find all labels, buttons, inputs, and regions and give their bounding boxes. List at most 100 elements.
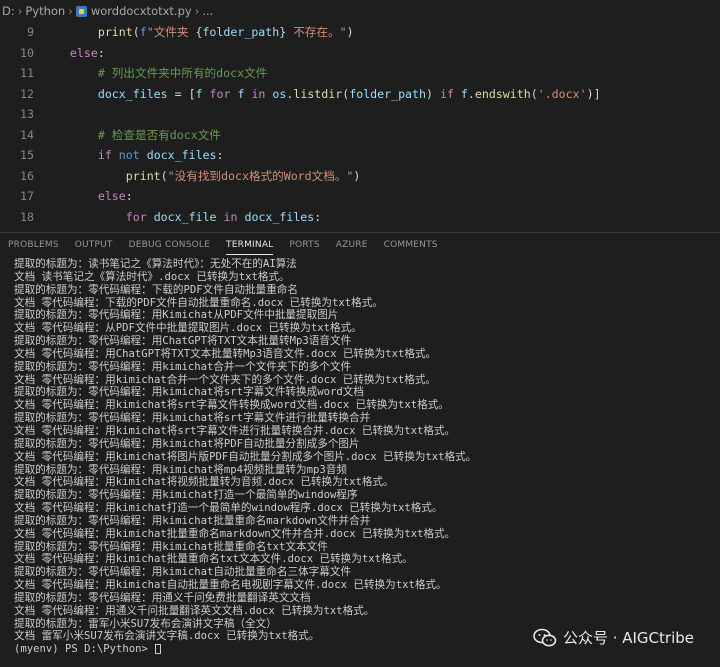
- python-file-icon: [75, 5, 87, 17]
- breadcrumb-folder[interactable]: Python: [25, 4, 65, 18]
- code-token: not: [118, 148, 140, 162]
- code-token: endswith: [474, 86, 531, 101]
- breadcrumb: D: › Python › worddocxtotxt.py › ...: [0, 0, 720, 22]
- code-line[interactable]: 18 for docx_file in docx_files:: [0, 207, 720, 228]
- breadcrumb-file[interactable]: worddocxtotxt.py: [91, 4, 192, 18]
- terminal-line: 文档 零代码编程：用kimichat批量重命名markdown文件并合并.doc…: [14, 527, 456, 540]
- code-text: else:: [42, 43, 105, 64]
- breadcrumb-drive[interactable]: D:: [2, 4, 15, 18]
- code-text: # 列出文件夹中所有的docx文件: [42, 63, 267, 84]
- line-number: 12: [20, 86, 34, 101]
- code-line[interactable]: 12 docx_files = [f for f in os.listdir(f…: [0, 84, 720, 105]
- terminal-line: 文档 零代码编程：用ChatGPT将TXT文本批量转Mp3语音文件.docx 已…: [14, 347, 437, 360]
- code-token: folder_path: [349, 86, 426, 101]
- code-token: for: [125, 209, 147, 224]
- code-editor[interactable]: 9 print(f"文件夹 {folder_path} 不存在。") 10 els…: [0, 22, 720, 230]
- code-token: (: [160, 168, 168, 183]
- code-text: if not docx_files:: [42, 145, 224, 166]
- tab-comments[interactable]: COMMENTS: [376, 233, 446, 257]
- code-token: if: [97, 148, 112, 162]
- code-token: docx_file: [153, 209, 217, 224]
- code-token: in: [223, 209, 238, 224]
- line-number: 10: [20, 45, 34, 60]
- code-text: print("没有找到docx格式的Word文档。"): [42, 166, 361, 187]
- terminal-line: 文档 零代码编程：用kimichat合并一个文件夹下的多个文件.docx 已转换…: [14, 373, 437, 386]
- code-line[interactable]: 9 print(f"文件夹 {folder_path} 不存在。"): [0, 22, 720, 43]
- line-number: 13: [20, 107, 34, 121]
- tab-debug-console[interactable]: DEBUG CONSOLE: [121, 233, 218, 257]
- code-text: else:: [42, 186, 133, 207]
- code-token: docx_files: [97, 86, 168, 101]
- terminal-line: 提取的标题为：零代码编程：用通义千问免费批量翻译英文文档: [14, 591, 311, 604]
- watermark-text: 公众号 · AIGCtribe: [562, 629, 694, 647]
- code-token: for: [209, 86, 231, 101]
- tab-output[interactable]: OUTPUT: [67, 233, 121, 257]
- code-token: ): [346, 25, 354, 39]
- code-line[interactable]: 16 print("没有找到docx格式的Word文档。"): [0, 166, 720, 187]
- code-token: in: [251, 86, 266, 101]
- wechat-icon: [533, 628, 557, 646]
- code-token: :: [125, 189, 133, 203]
- code-token: else: [69, 45, 98, 60]
- terminal-line: 提取的标题为：零代码编程：用kimichat合并一个文件夹下的多个文件: [14, 360, 352, 373]
- line-number: 15: [20, 148, 34, 162]
- code-text: print(f"文件夹 {folder_path} 不存在。"): [42, 22, 354, 43]
- code-token: "没有找到docx格式的Word文档。": [167, 168, 354, 183]
- code-line[interactable]: 14 # 检查是否有docx文件: [0, 125, 720, 146]
- code-token: '.docx': [537, 86, 587, 101]
- terminal-line: 文档 零代码编程：用kimichat批量重命名txt文本文件.docx 已转换为…: [14, 553, 413, 566]
- terminal-line: 提取的标题为：零代码编程：用ChatGPT将TXT文本批量转Mp3语音文件: [14, 335, 352, 348]
- terminal-output[interactable]: 提取的标题为：读书笔记之《算法时代》：无处不在的AI算法 文档 读书笔记之《算法时…: [0, 258, 720, 667]
- terminal-line: 文档 零代码编程：用通义千问批量翻译英文文档.docx 已转换为txt格式。: [14, 604, 375, 617]
- code-token: )]: [586, 86, 601, 101]
- code-token: folder_path: [202, 25, 280, 39]
- tab-problems[interactable]: PROBLEMS: [0, 233, 67, 257]
- terminal-line: 文档 零代码编程：从PDF文件中批量提取图片.docx 已转换为txt格式。: [14, 322, 362, 335]
- terminal-line: 提取的标题为：零代码编程：用kimichat将srt字幕文件转换成word文档: [14, 386, 364, 399]
- terminal-line: 提取的标题为：零代码编程：下载的PDF文件自动批量重命名: [14, 283, 298, 296]
- terminal-line: 文档 读书笔记之《算法时代》.docx 已转换为txt格式。: [14, 270, 290, 283]
- terminal-line: 提取的标题为：零代码编程：用Kimichat从PDF文件中批量提取图片: [14, 309, 339, 322]
- tab-ports[interactable]: PORTS: [281, 233, 327, 257]
- code-line[interactable]: 13: [0, 104, 720, 125]
- panel-tab-bar: PROBLEMS OUTPUT DEBUG CONSOLE TERMINAL PORTS…: [0, 232, 720, 257]
- line-number: 19: [0, 227, 42, 230]
- chevron-right-icon: ›: [17, 4, 23, 18]
- code-line[interactable]: 17 else:: [0, 186, 720, 207]
- tab-terminal[interactable]: TERMINAL: [218, 233, 281, 257]
- chevron-right-icon: ›: [68, 4, 73, 18]
- code-text: for docx_file in docx_files:: [42, 207, 322, 228]
- code-token: f: [139, 25, 147, 39]
- line-number: 11: [20, 66, 34, 80]
- code-token: if: [439, 86, 454, 101]
- code-token: = [: [167, 86, 196, 101]
- code-line[interactable]: 11 # 列出文件夹中所有的docx文件: [0, 63, 720, 84]
- terminal-line: 文档 零代码编程：用kimichat将srt字幕文件转换成word文档.docx…: [14, 399, 449, 412]
- line-number: 17: [20, 189, 34, 203]
- code-token: # 列出文件夹中所有的docx文件: [97, 66, 268, 80]
- code-token: os: [272, 86, 287, 101]
- terminal-line: 提取的标题为：零代码编程：用kimichat将srt字幕文件进行批量转换合并: [14, 412, 371, 425]
- terminal-line: 文档 零代码编程：用kimichat将srt字幕文件进行批量转换合并.docx …: [14, 424, 456, 437]
- code-token: :: [314, 209, 322, 224]
- code-line[interactable]: 15 if not docx_files:: [0, 145, 720, 166]
- tab-azure[interactable]: AZURE: [328, 233, 376, 257]
- code-line[interactable]: 19 # 构建完整的文件路径: [0, 227, 720, 230]
- code-token: f: [460, 86, 468, 101]
- code-line[interactable]: 10 else:: [0, 43, 720, 64]
- breadcrumb-more[interactable]: ...: [202, 4, 213, 18]
- terminal-line: 提取的标题为：零代码编程：用kimichat批量重命名txt文本文件: [14, 540, 328, 553]
- code-token: f: [195, 86, 203, 101]
- terminal-line: 文档 零代码编程：用kimichat将图片版PDF自动批量分割成多个图片.doc…: [14, 450, 477, 463]
